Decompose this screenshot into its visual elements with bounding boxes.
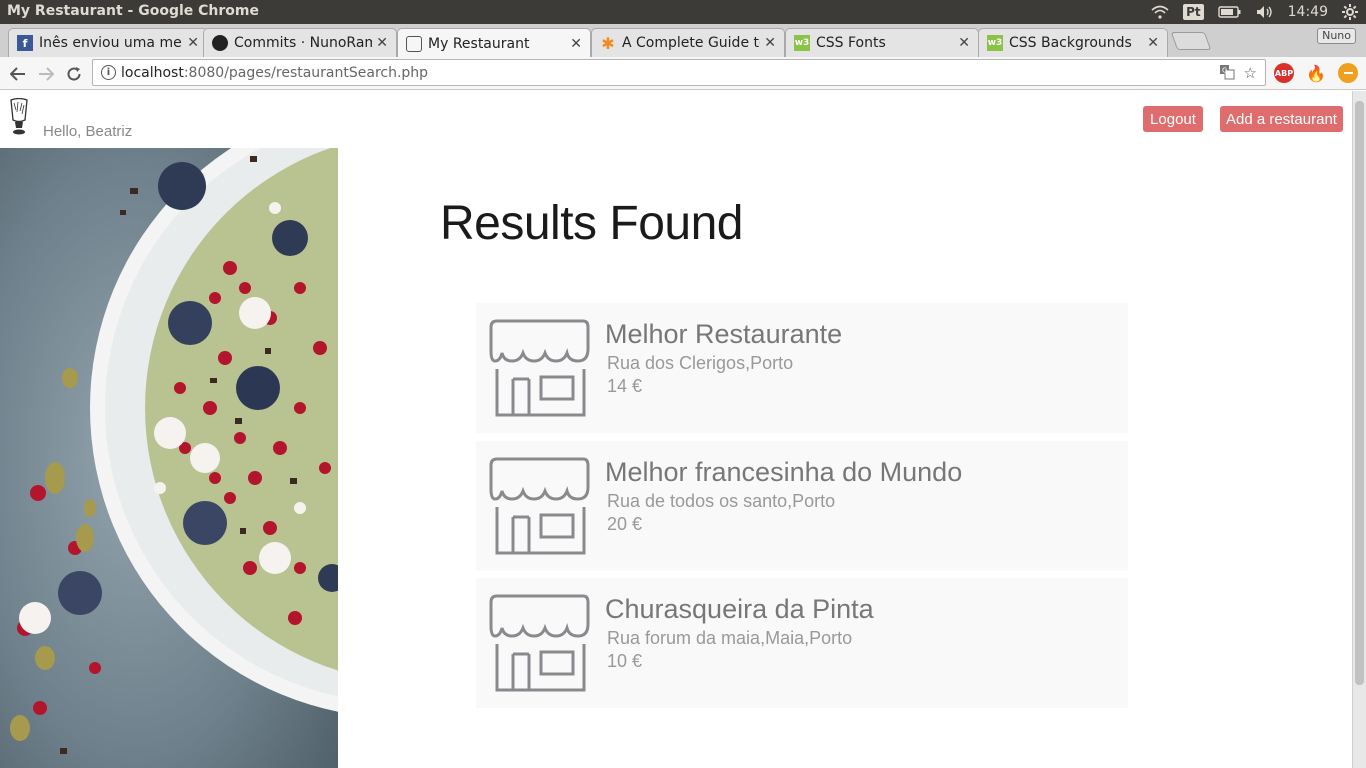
os-top-bar: My Restaurant - Google Chrome Pt 14:49 bbox=[0, 0, 1366, 24]
svg-text:G: G bbox=[1222, 67, 1227, 75]
restaurant-name[interactable]: Churasqueira da Pinta bbox=[605, 594, 874, 625]
tab-label: CSS Backgrounds bbox=[1009, 35, 1132, 51]
address-bar[interactable]: i localhost:8080/pages/restaurantSearch.… bbox=[92, 59, 1266, 86]
page-scrollbar[interactable] bbox=[1352, 91, 1366, 768]
clock[interactable]: 14:49 bbox=[1288, 4, 1328, 20]
logout-button[interactable]: Logout bbox=[1143, 106, 1203, 132]
page-content: Hello, Beatriz Logout Add a restaurant R… bbox=[0, 91, 1352, 768]
tab-label: Commits · NunoRamos bbox=[234, 35, 373, 51]
restaurant-price: 14 € bbox=[607, 376, 643, 396]
w3schools-icon: w3 bbox=[987, 35, 1003, 51]
tab-close-icon[interactable]: ✕ bbox=[764, 35, 776, 51]
restaurant-name[interactable]: Melhor francesinha do Mundo bbox=[605, 457, 962, 488]
storefront-icon bbox=[489, 319, 591, 417]
flame-icon[interactable]: 🔥 bbox=[1306, 63, 1326, 83]
tab-close-icon[interactable]: ✕ bbox=[187, 35, 199, 51]
profile-button[interactable]: Nuno bbox=[1317, 28, 1356, 44]
settings-gear-icon[interactable] bbox=[1342, 4, 1358, 20]
new-tab-button[interactable] bbox=[1170, 32, 1212, 50]
minus-circle-icon[interactable] bbox=[1338, 63, 1358, 83]
github-icon bbox=[212, 35, 228, 51]
browser-tab[interactable]: w3 CSS Fonts ✕ bbox=[785, 28, 979, 57]
tab-label: Inês enviou uma mensagem bbox=[39, 35, 183, 51]
restaurant-result-card[interactable]: Churasqueira da Pinta Rua forum da maia,M… bbox=[476, 578, 1128, 708]
back-arrow-icon bbox=[10, 67, 25, 81]
battery-icon[interactable] bbox=[1217, 6, 1242, 18]
system-tray: Pt 14:49 bbox=[1151, 0, 1358, 24]
restaurant-address: Rua dos Clerigos,Porto bbox=[607, 353, 794, 373]
browser-toolbar: i localhost:8080/pages/restaurantSearch.… bbox=[0, 57, 1366, 90]
keyboard-layout-indicator[interactable]: Pt bbox=[1183, 4, 1204, 20]
tab-close-icon[interactable]: ✕ bbox=[376, 35, 388, 51]
site-info-icon[interactable]: i bbox=[101, 65, 116, 80]
w3schools-icon: w3 bbox=[794, 35, 810, 51]
reload-button[interactable] bbox=[63, 63, 85, 85]
site-logo[interactable] bbox=[8, 98, 30, 136]
browser-tab[interactable]: f Inês enviou uma mensagem✕ bbox=[8, 28, 208, 57]
restaurant-result-card[interactable]: Melhor francesinha do Mundo Rua de todos … bbox=[476, 441, 1128, 571]
restaurant-result-card[interactable]: Melhor Restaurante Rua dos Clerigos,Porto… bbox=[476, 303, 1128, 433]
restaurant-name[interactable]: Melhor Restaurante bbox=[605, 319, 842, 350]
storefront-icon bbox=[489, 457, 591, 555]
browser-tab[interactable]: Commits · NunoRamos✕ bbox=[203, 28, 397, 57]
restaurant-logo-icon bbox=[406, 35, 422, 52]
tab-close-icon[interactable]: ✕ bbox=[958, 35, 970, 51]
tab-strip: fInês enviou uma mensagem✕Commits · Nuno… bbox=[0, 24, 1366, 58]
tab-label: My Restaurant bbox=[428, 35, 530, 52]
hero-food-image bbox=[0, 148, 338, 768]
tab-label: A Complete Guide to bbox=[622, 35, 761, 51]
scrollbar-thumb[interactable] bbox=[1355, 101, 1364, 685]
restaurant-price: 20 € bbox=[607, 514, 643, 534]
forward-button[interactable] bbox=[35, 63, 57, 85]
translate-icon[interactable]: G bbox=[1219, 64, 1235, 84]
bookmark-star-icon[interactable]: ☆ bbox=[1244, 64, 1257, 82]
tab-label: CSS Fonts bbox=[816, 35, 886, 51]
browser-tab[interactable]: ✱ A Complete Guide to ✕ bbox=[591, 28, 785, 57]
results-heading: Results Found bbox=[440, 197, 744, 250]
tab-close-icon[interactable]: ✕ bbox=[1147, 35, 1159, 51]
asterisk-icon: ✱ bbox=[601, 33, 615, 53]
restaurant-address: Rua forum da maia,Maia,Porto bbox=[607, 628, 853, 648]
back-button[interactable] bbox=[7, 63, 29, 85]
browser-tab[interactable]: My Restaurant ✕ bbox=[397, 28, 591, 58]
facebook-icon: f bbox=[17, 35, 33, 51]
browser-tab[interactable]: w3 CSS Backgrounds ✕ bbox=[978, 28, 1168, 57]
tab-close-icon[interactable]: ✕ bbox=[570, 36, 582, 52]
adblock-plus-icon[interactable]: ABP bbox=[1274, 63, 1294, 83]
wifi-icon[interactable] bbox=[1151, 5, 1169, 19]
reload-icon bbox=[67, 67, 81, 81]
storefront-icon bbox=[489, 594, 591, 692]
url-text[interactable]: localhost:8080/pages/restaurantSearch.ph… bbox=[121, 65, 428, 81]
window-title: My Restaurant - Google Chrome bbox=[7, 3, 259, 19]
restaurant-price: 10 € bbox=[607, 651, 643, 671]
volume-icon[interactable] bbox=[1256, 5, 1274, 19]
user-greeting: Hello, Beatriz bbox=[43, 123, 133, 140]
add-restaurant-button[interactable]: Add a restaurant bbox=[1220, 106, 1343, 132]
forward-arrow-icon bbox=[39, 67, 54, 81]
restaurant-address: Rua de todos os santo,Porto bbox=[607, 491, 836, 511]
